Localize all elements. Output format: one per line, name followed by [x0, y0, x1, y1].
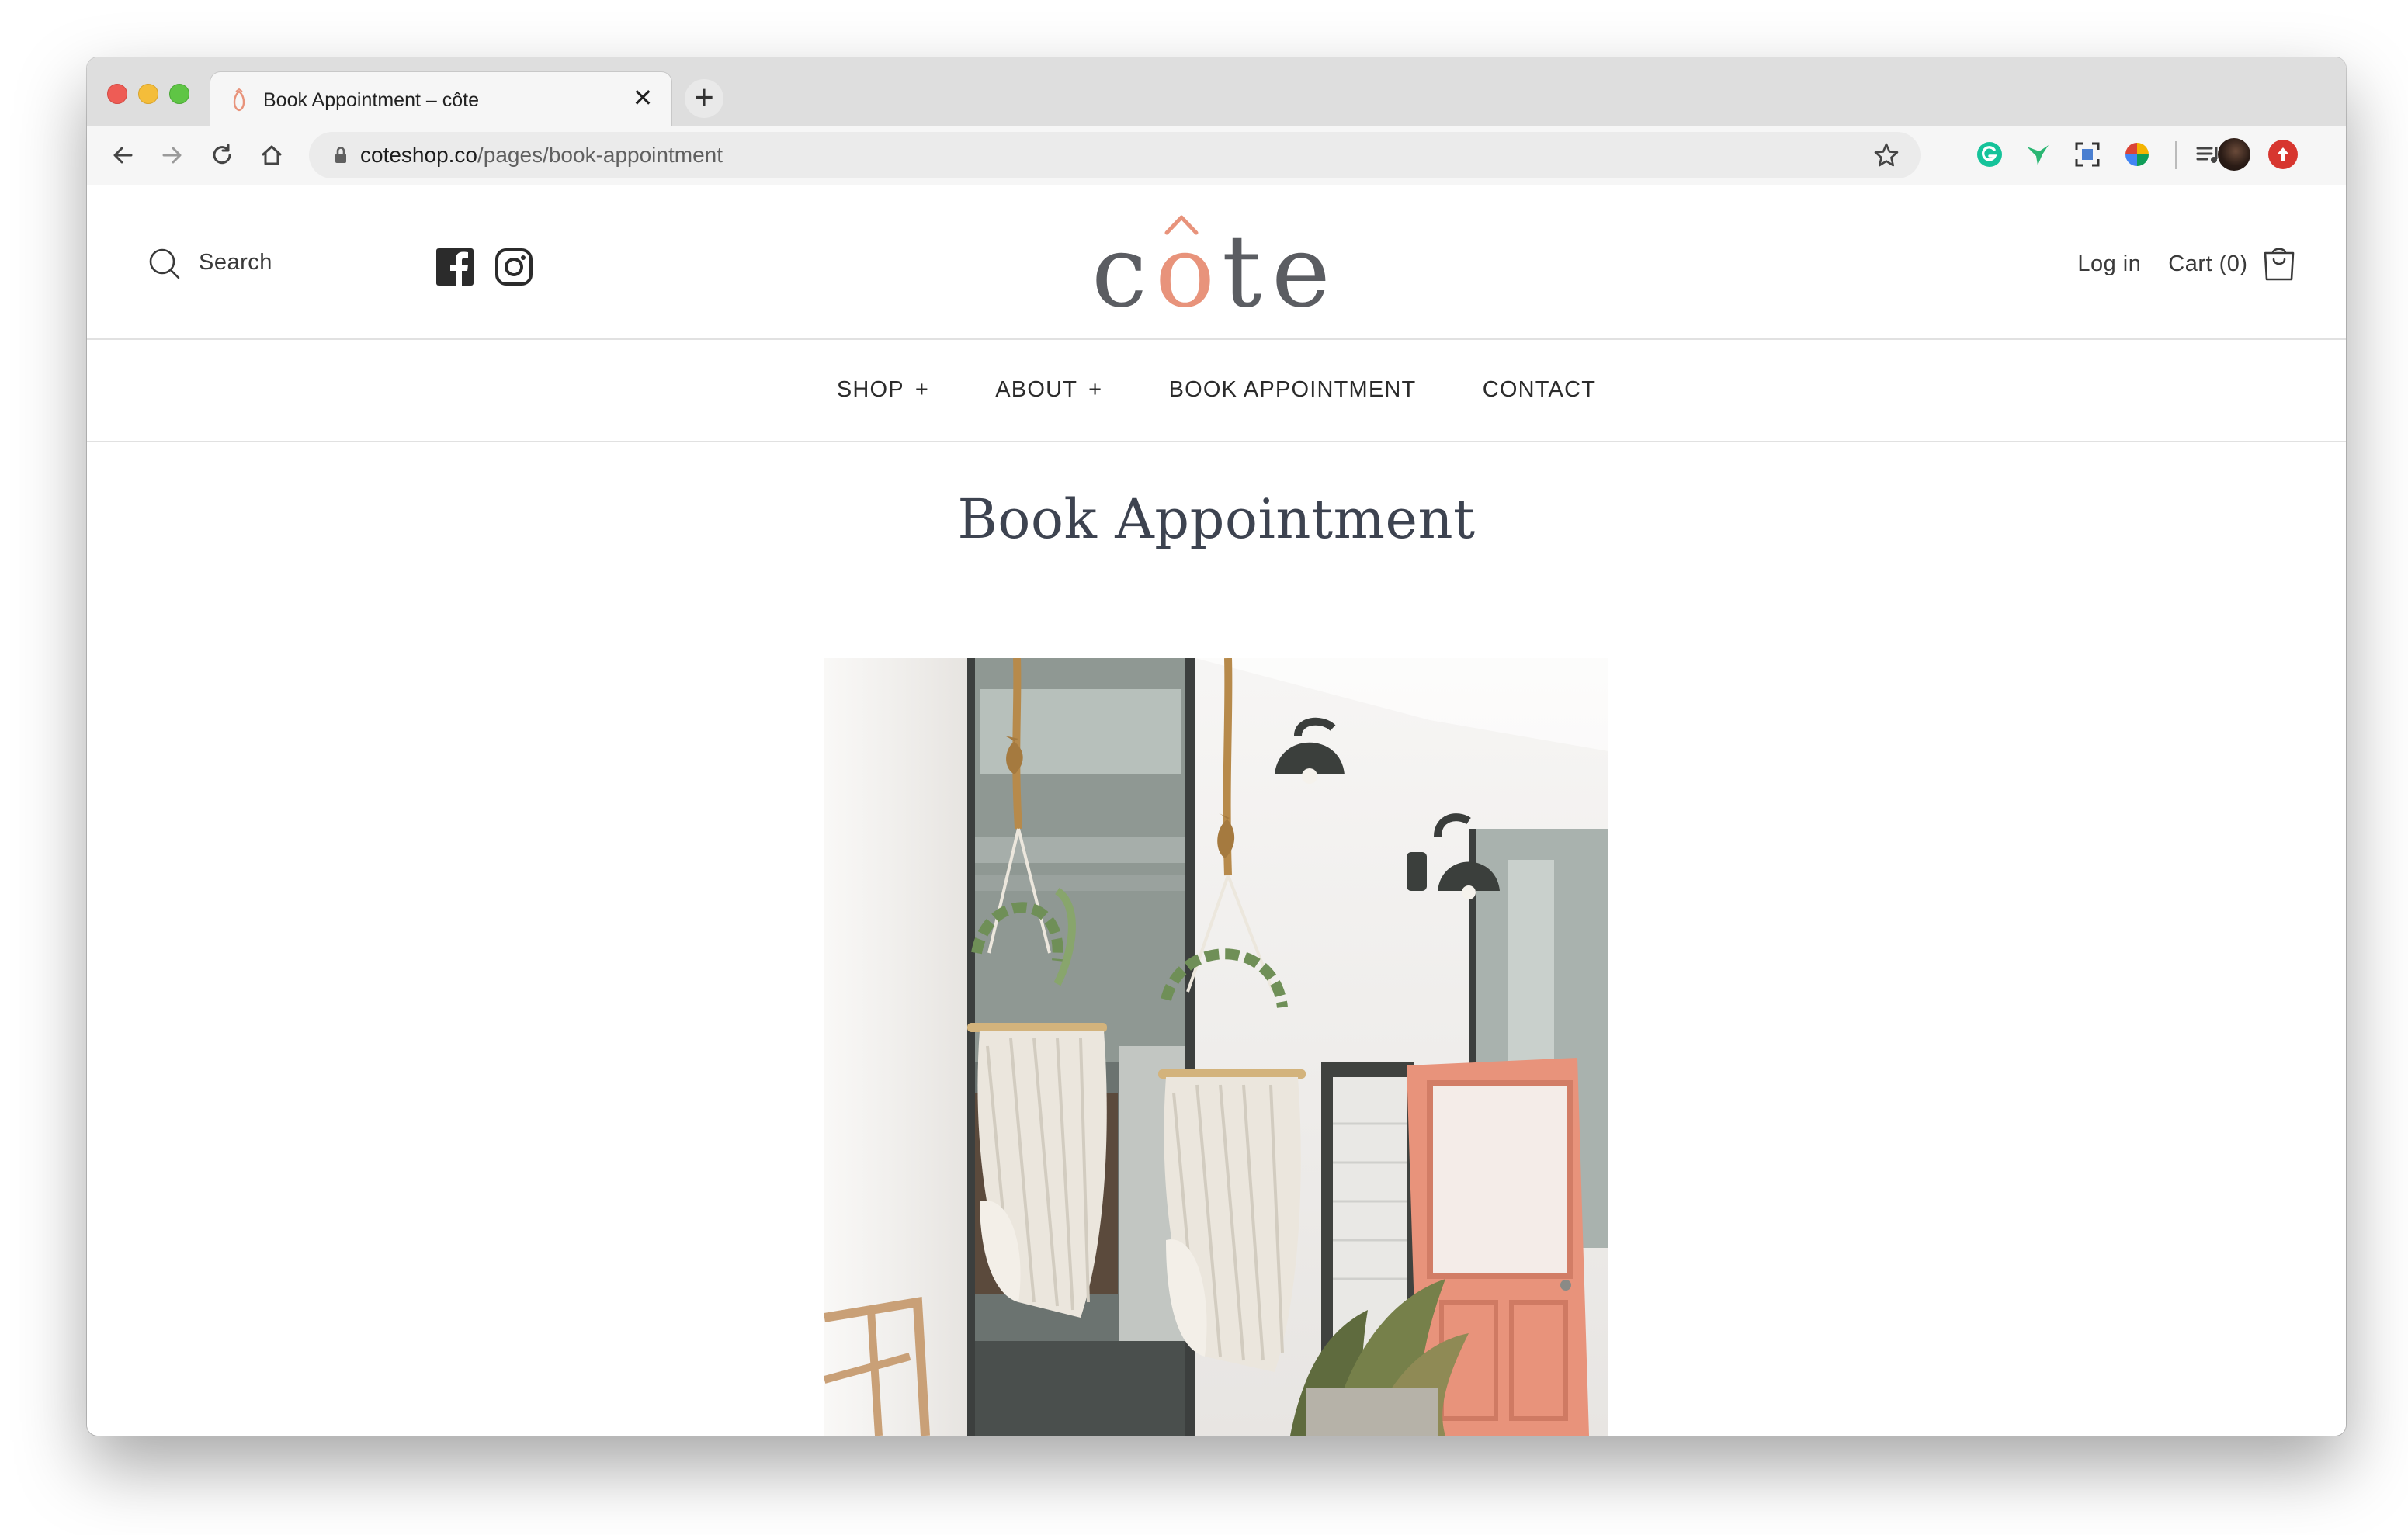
minimize-window-button[interactable]	[138, 84, 158, 104]
main-navigation: SHOP + ABOUT + BOOK APPOINTMENT CONTACT	[87, 340, 2346, 442]
cart-link[interactable]: Cart (0)	[2168, 251, 2247, 277]
close-window-button[interactable]	[107, 84, 127, 104]
star-icon[interactable]	[1872, 141, 1900, 169]
tab-strip: Book Appointment – côte ✕ +	[87, 57, 2346, 128]
nav-label-about: ABOUT	[995, 377, 1078, 402]
lock-icon	[335, 147, 346, 163]
shopping-bag-icon[interactable]	[2262, 245, 2296, 282]
search-label: Search	[199, 250, 272, 275]
close-tab-icon[interactable]: ✕	[630, 85, 656, 111]
profile-avatar[interactable]	[2218, 138, 2250, 171]
toolbar-separator	[2175, 141, 2177, 169]
site-header: Search c o t e Log in Cart (0)	[87, 185, 2346, 340]
new-tab-button[interactable]: +	[685, 79, 723, 118]
svg-text:c: c	[1091, 214, 1147, 323]
svg-text:o: o	[1155, 214, 1215, 323]
svg-text:e: e	[1272, 214, 1331, 323]
address-bar[interactable]: coteshop.co/pages/book-appointment	[309, 132, 1921, 178]
svg-text:t: t	[1222, 214, 1261, 323]
home-button[interactable]	[252, 135, 292, 175]
maximize-window-button[interactable]	[169, 84, 189, 104]
shop-expand-icon[interactable]: +	[915, 377, 929, 402]
home-icon	[262, 145, 282, 165]
cote-favicon-icon	[233, 88, 245, 112]
nav-label-shop: SHOP	[836, 377, 904, 402]
page-title: Book Appointment	[957, 487, 1476, 551]
instagram-link[interactable]	[494, 247, 534, 287]
account-links: Log in Cart (0)	[2077, 245, 2296, 286]
update-available-icon[interactable]	[2268, 140, 2298, 169]
forward-arrow-icon	[162, 147, 182, 164]
cote-logo[interactable]: c o t e	[1091, 206, 1340, 323]
screenshot-extension-icon[interactable]	[2071, 138, 2104, 171]
search-icon	[149, 248, 180, 279]
reload-button[interactable]	[202, 135, 242, 175]
login-link[interactable]: Log in	[2077, 251, 2141, 277]
nav-item-contact[interactable]: CONTACT	[1483, 377, 1596, 403]
facebook-icon	[436, 248, 474, 286]
tab-title: Book Appointment – côte	[263, 89, 479, 111]
nav-list: SHOP + ABOUT + BOOK APPOINTMENT CONTACT	[87, 377, 2346, 403]
nav-item-book-appointment[interactable]: BOOK APPOINTMENT	[1169, 377, 1417, 403]
back-arrow-icon	[113, 147, 133, 164]
storefront-hammock-chairs-photo	[824, 658, 1608, 1436]
tab-book-appointment[interactable]: Book Appointment – côte ✕	[210, 71, 672, 128]
nav-item-shop[interactable]: SHOP +	[837, 377, 929, 403]
browser-toolbar: coteshop.co/pages/book-appointment	[87, 126, 2346, 186]
instagram-icon	[495, 248, 533, 286]
about-expand-icon[interactable]: +	[1088, 377, 1102, 402]
desktop-background: Book Appointment – côte ✕ + coteshop.co/…	[0, 0, 2408, 1535]
hummingbird-extension-icon[interactable]	[2021, 138, 2054, 171]
grammarly-extension-icon[interactable]	[1973, 138, 2006, 171]
url-host: coteshop.co	[360, 143, 477, 167]
url-path: /pages/book-appointment	[477, 143, 723, 167]
forward-button[interactable]	[152, 135, 193, 175]
reload-icon	[213, 144, 231, 165]
color-picker-extension-icon[interactable]	[2121, 138, 2153, 171]
facebook-link[interactable]	[435, 247, 475, 287]
nav-item-about[interactable]: ABOUT +	[995, 377, 1102, 403]
url-text: coteshop.co/pages/book-appointment	[360, 143, 723, 168]
back-button[interactable]	[102, 135, 143, 175]
browser-window: Book Appointment – côte ✕ + coteshop.co/…	[87, 57, 2346, 1436]
web-page: Search c o t e Log in Cart (0) SHOP + AB…	[87, 185, 2346, 1436]
